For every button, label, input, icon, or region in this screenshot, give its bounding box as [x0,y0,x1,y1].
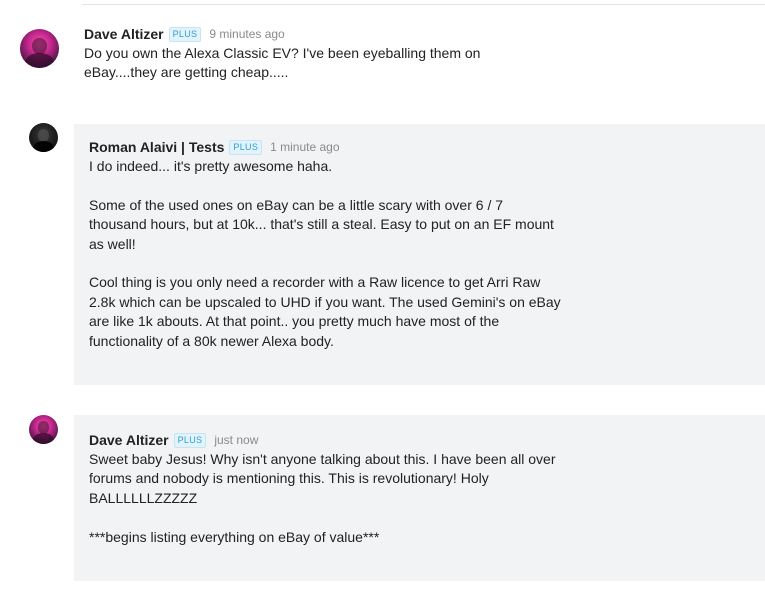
comment-paragraph: Some of the used ones on eBay can be a l… [89,196,554,252]
author-name[interactable]: Dave Altizer [84,26,164,42]
plus-badge: PLUS [168,26,202,42]
comment-paragraph: ***begins listing everything on eBay of … [89,528,380,545]
avatar[interactable] [29,415,58,444]
author-name[interactable]: Roman Alaivi | Tests [89,139,224,155]
avatar[interactable] [20,29,59,68]
plus-badge: PLUS [229,139,263,155]
comment-paragraph: Do you own the Alexa Classic EV? I've be… [84,45,481,81]
comment-paragraph: Sweet baby Jesus! Why isn't anyone talki… [89,451,556,506]
timestamp[interactable]: just now [214,433,258,447]
timestamp[interactable]: 9 minutes ago [209,27,284,41]
comment-1: Dave Altizer PLUS 9 minutes ago Do you o… [0,6,765,106]
avatar[interactable] [29,123,58,152]
timestamp[interactable]: 1 minute ago [270,140,339,154]
comment-paragraph: I do indeed... it's pretty awesome haha. [89,158,333,174]
divider [82,4,765,5]
plus-badge: PLUS [173,432,207,448]
comment-body: I do indeed... it's pretty awesome haha.… [89,157,564,351]
author-name[interactable]: Dave Altizer [89,432,169,448]
comment-paragraph: Cool thing is you only need a recorder w… [89,274,561,349]
comment-body: Sweet baby Jesus! Why isn't anyone talki… [89,450,559,547]
comment-body: Do you own the Alexa Classic EV? I've be… [84,44,514,83]
